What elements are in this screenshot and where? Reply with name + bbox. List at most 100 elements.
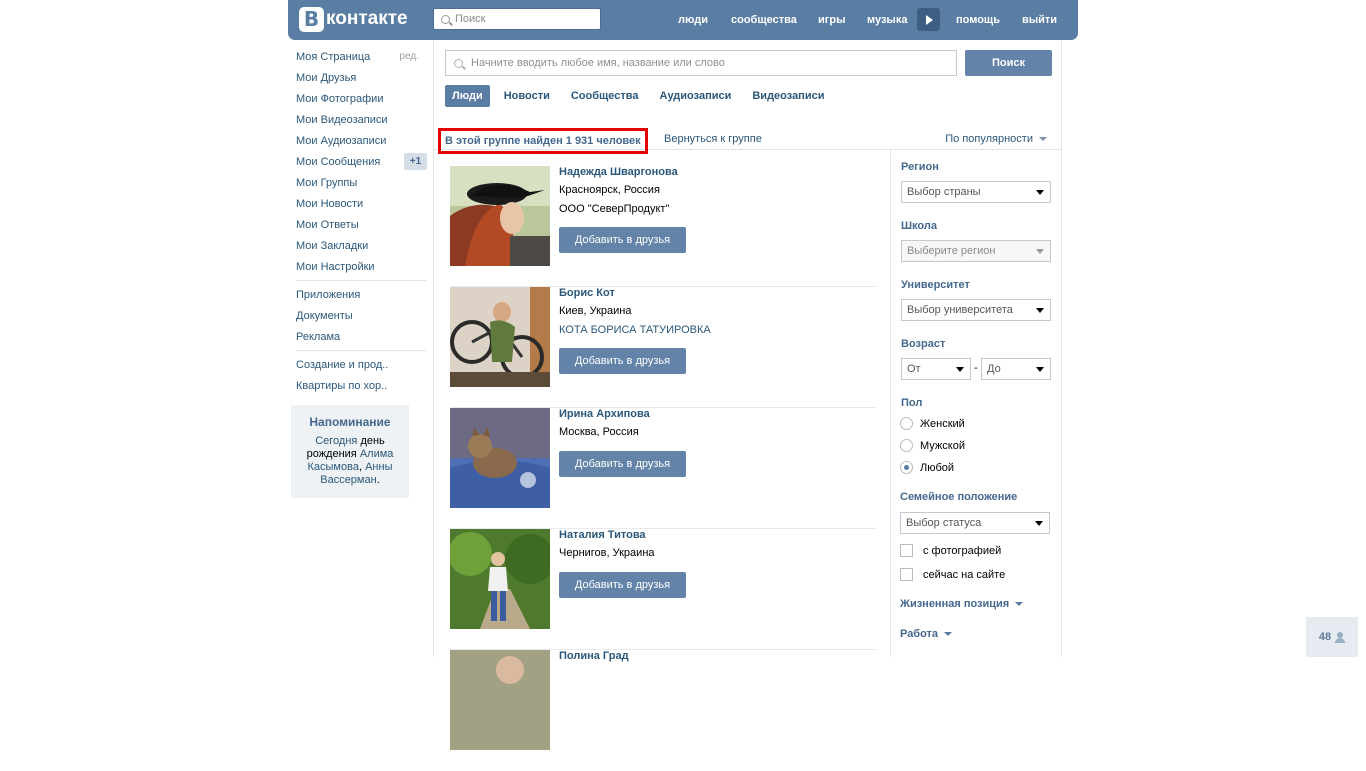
tab-communities[interactable]: Сообщества <box>564 85 646 107</box>
nav-music[interactable]: музыка <box>867 0 907 40</box>
menu-my-photos[interactable]: Мои Фотографии <box>288 88 428 109</box>
menu-divider <box>296 350 426 351</box>
reminder-body: Сегодня день рождения Алима Касымова, Ан… <box>306 435 394 486</box>
person-name[interactable]: Ирина Архипова <box>559 407 650 423</box>
marital-select[interactable]: Выбор статуса <box>900 512 1050 534</box>
tab-video[interactable]: Видеозаписи <box>745 85 831 107</box>
menu-my-page[interactable]: Моя Страница ред. <box>288 46 428 67</box>
radio-icon <box>900 417 913 430</box>
sex-any-radio[interactable]: Любой <box>900 461 954 474</box>
menu-my-news[interactable]: Мои Новости <box>288 193 428 214</box>
main-search-input[interactable]: Начните вводить любое имя, название или … <box>445 50 957 76</box>
radio-checked-icon <box>900 461 913 474</box>
vk-logo[interactable]: В контакте <box>299 6 408 32</box>
menu-my-messages[interactable]: Мои Сообщения +1 <box>288 151 428 172</box>
menu-my-groups[interactable]: Мои Группы <box>288 172 428 193</box>
person-info: Полина Град <box>559 650 629 665</box>
person-info: Ирина Архипова Москва, Россия <box>559 408 650 442</box>
menu-my-videos[interactable]: Мои Видеозаписи <box>288 109 428 130</box>
avatar[interactable] <box>450 529 550 629</box>
top-header: В контакте Поиск люди сообщества игры му… <box>288 0 1078 40</box>
add-friend-button[interactable]: Добавить в друзья <box>559 348 686 374</box>
avatar[interactable] <box>450 287 550 387</box>
logo-letter: В <box>299 6 324 32</box>
people-list: Надежда Шваргонова Красноярск, Россия ОО… <box>450 166 876 771</box>
person-name[interactable]: Полина Град <box>559 649 629 665</box>
person-location: Москва, Россия <box>559 426 639 438</box>
person-info: Надежда Шваргонова Красноярск, Россия ОО… <box>559 166 678 219</box>
play-icon[interactable] <box>917 8 940 31</box>
menu-app-create[interactable]: Создание и прод.. <box>288 354 428 375</box>
main-search-placeholder: Начните вводить любое имя, название или … <box>471 57 725 69</box>
nav-logout[interactable]: выйти <box>1022 0 1057 40</box>
nav-games[interactable]: игры <box>818 0 845 40</box>
chevron-down-icon <box>1015 602 1024 606</box>
sex-male-radio[interactable]: Мужской <box>900 439 965 452</box>
add-friend-button[interactable]: Добавить в друзья <box>559 572 686 598</box>
person-info: Наталия Титова Чернигов, Украина <box>559 529 655 563</box>
list-item: Надежда Шваргонова Красноярск, Россия ОО… <box>450 166 876 287</box>
header-search-input[interactable]: Поиск <box>433 8 601 30</box>
search-icon <box>441 14 450 24</box>
online-now-checkbox[interactable]: сейчас на сайте <box>900 568 1005 581</box>
search-tabs: Люди Новости Сообщества Аудиозаписи Виде… <box>445 85 838 107</box>
tab-people[interactable]: Люди <box>445 85 490 107</box>
sex-female-radio[interactable]: Женский <box>900 417 965 430</box>
list-item: Наталия Титова Чернигов, Украина Добавит… <box>450 529 876 650</box>
person-location: Киев, Украина <box>559 305 632 317</box>
menu-apps[interactable]: Приложения <box>288 284 428 305</box>
menu-my-answers[interactable]: Мои Ответы <box>288 214 428 235</box>
header-search-placeholder: Поиск <box>455 13 486 25</box>
menu-my-settings[interactable]: Мои Настройки <box>288 256 428 277</box>
back-to-group-link[interactable]: Вернуться к группе <box>664 133 762 145</box>
person-name[interactable]: Борис Кот <box>559 286 711 302</box>
checkbox-icon <box>900 568 913 581</box>
menu-app-apartments[interactable]: Квартиры по хор.. <box>288 375 428 396</box>
messages-badge[interactable]: +1 <box>404 153 427 170</box>
work-expander[interactable]: Работа <box>900 628 953 640</box>
person-work-link[interactable]: КОТА БОРИСА ТАТУИРОВКА <box>559 321 711 340</box>
tab-news[interactable]: Новости <box>497 85 557 107</box>
person-icon <box>1335 631 1346 643</box>
person-location: Красноярск, Россия <box>559 184 660 196</box>
life-position-expander[interactable]: Жизненная позиция <box>900 598 1024 610</box>
nav-help[interactable]: помощь <box>956 0 1000 40</box>
sort-dropdown[interactable]: По популярности <box>945 133 1047 145</box>
tab-audio[interactable]: Аудиозаписи <box>653 85 739 107</box>
radio-icon <box>900 439 913 452</box>
add-friend-button[interactable]: Добавить в друзья <box>559 451 686 477</box>
add-friend-button[interactable]: Добавить в друзья <box>559 227 686 253</box>
online-friends-counter[interactable]: 48 <box>1306 617 1358 657</box>
menu-my-bookmarks[interactable]: Мои Закладки <box>288 235 428 256</box>
reminder-today-link[interactable]: Сегодня <box>315 435 357 447</box>
reminder-title: Напоминание <box>309 415 391 429</box>
search-icon <box>454 58 463 68</box>
avatar[interactable] <box>450 650 550 750</box>
list-item: Ирина Архипова Москва, Россия Добавить в… <box>450 408 876 529</box>
avatar[interactable] <box>450 166 550 266</box>
edit-link[interactable]: ред. <box>399 51 419 62</box>
left-menu: Моя Страница ред. Мои Друзья Мои Фотогра… <box>288 46 428 396</box>
logo-text: контакте <box>326 8 408 29</box>
filters-lower: Женский Мужской Любой Семейное положение… <box>900 150 1050 650</box>
menu-documents[interactable]: Документы <box>288 305 428 326</box>
results-count: В этой группе найден 1 931 человек <box>438 128 648 154</box>
search-button[interactable]: Поиск <box>965 50 1052 76</box>
person-name[interactable]: Надежда Шваргонова <box>559 165 678 181</box>
nav-people[interactable]: люди <box>678 0 708 40</box>
person-name[interactable]: Наталия Титова <box>559 528 655 544</box>
person-location: Чернигов, Украина <box>559 547 655 559</box>
chevron-down-icon <box>1035 521 1043 526</box>
nav-communities[interactable]: сообщества <box>731 0 797 40</box>
menu-my-friends[interactable]: Мои Друзья <box>288 67 428 88</box>
results-summary: В этой группе найден 1 931 человек Верну… <box>434 128 1061 154</box>
chevron-down-icon <box>944 632 953 636</box>
person-work: ООО "СеверПродукт" <box>559 203 670 215</box>
menu-ads[interactable]: Реклама <box>288 326 428 347</box>
with-photo-checkbox[interactable]: с фотографией <box>900 544 1001 557</box>
menu-my-audio[interactable]: Мои Аудиозаписи <box>288 130 428 151</box>
filter-marital-label: Семейное положение <box>900 491 1018 503</box>
person-info: Борис Кот Киев, Украина КОТА БОРИСА ТАТУ… <box>559 287 711 340</box>
avatar[interactable] <box>450 408 550 508</box>
birthday-reminder: Напоминание Сегодня день рождения Алима … <box>291 405 409 498</box>
